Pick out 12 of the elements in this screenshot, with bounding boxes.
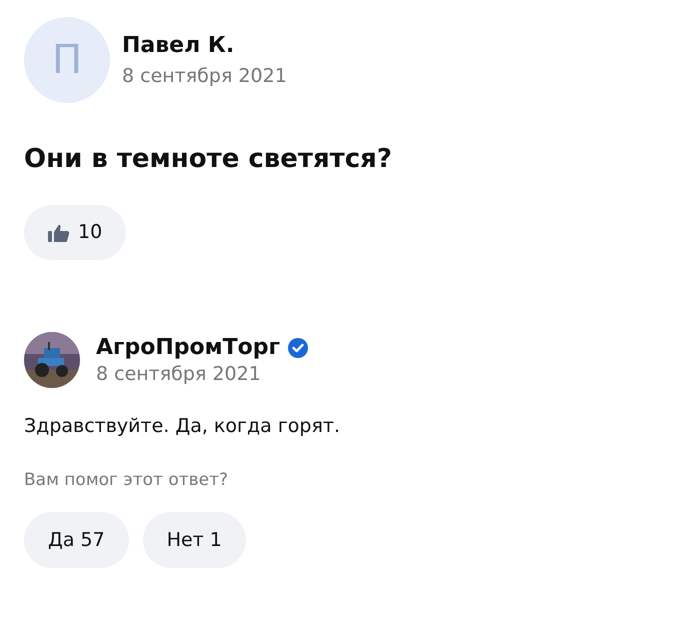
answer-text: Здравствуйте. Да, когда горят. (24, 414, 340, 439)
author-name: АгроПромТорг (96, 334, 280, 362)
post-date: 8 сентября 2021 (122, 64, 287, 88)
feedback-button[interactable]: Да 57 (24, 512, 129, 568)
like-button[interactable]: 10 (24, 205, 126, 260)
question-text: Они в темноте светятся? (24, 143, 392, 175)
post-date: 8 сентября 2021 (96, 362, 262, 386)
avatar: П (24, 17, 110, 103)
thumbs-up-icon (48, 224, 70, 242)
feedback-button[interactable]: Нет 1 (142, 512, 246, 568)
feedback-prompt: Вам помог этот ответ? (24, 469, 228, 492)
author-name: Павел К. (122, 32, 236, 60)
